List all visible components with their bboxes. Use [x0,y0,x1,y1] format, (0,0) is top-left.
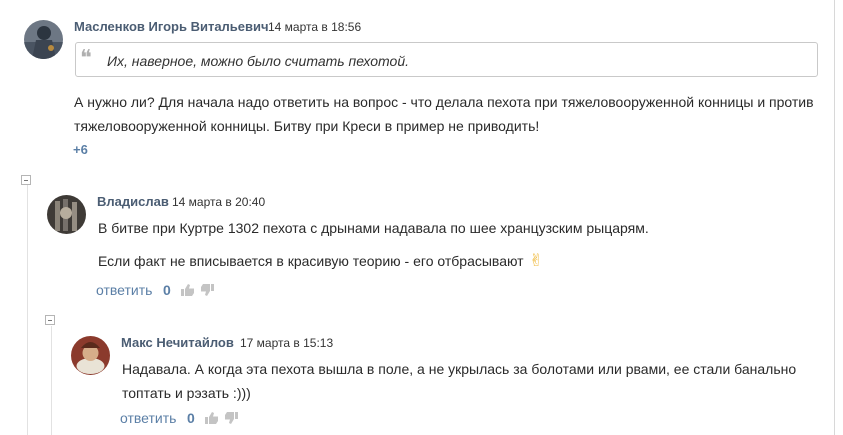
thumb-up-icon[interactable] [205,412,219,424]
comment-text: А нужно ли? Для начала надо ответить на … [74,94,814,134]
comment-author[interactable]: Владислав [97,194,169,209]
thumb-down-icon[interactable] [200,284,214,296]
comment-date[interactable]: 14 марта в 20:40 [172,195,265,209]
avatar-image [24,20,63,59]
comment-paragraph: В битве при Куртре 1302 пехота с дрынами… [98,220,649,236]
page-edge-line [834,0,835,435]
comment-score: +6 [73,142,88,157]
comment-date[interactable]: 17 марта в 15:13 [240,336,333,350]
comment-date[interactable]: 14 марта в 18:56 [268,20,361,34]
avatar-image [71,336,110,375]
comment-author[interactable]: Макс Нечитайлов [121,335,234,350]
reply-link[interactable]: ответить [120,410,176,426]
quote-block: ❝ Их, наверное, можно было считать пехот… [75,42,818,77]
comment-paragraph: Если факт не вписывается в красивую теор… [98,253,524,269]
thread-line [27,184,28,435]
vote-count: 0 [187,410,195,426]
comment-text: Надавала. А когда эта пехота вышла в пол… [122,361,797,401]
thumb-up-icon[interactable] [181,284,195,296]
quote-text: Их, наверное, можно было считать пехотой… [107,53,409,69]
vote-count: 0 [163,282,171,298]
avatar[interactable] [24,20,63,59]
victory-hand-emoji: ✌ [529,251,544,270]
collapse-minus-icon[interactable] [21,175,31,185]
reply-link[interactable]: ответить [96,282,152,298]
avatar-image [47,195,86,234]
thumb-down-icon[interactable] [224,412,238,424]
avatar[interactable] [47,195,86,234]
comment-author[interactable]: Масленков Игорь Витальевич [74,19,269,34]
quote-mark-icon: ❝ [80,46,92,71]
thread-line [51,326,52,435]
avatar[interactable] [71,336,110,375]
collapse-minus-icon[interactable] [45,315,55,325]
